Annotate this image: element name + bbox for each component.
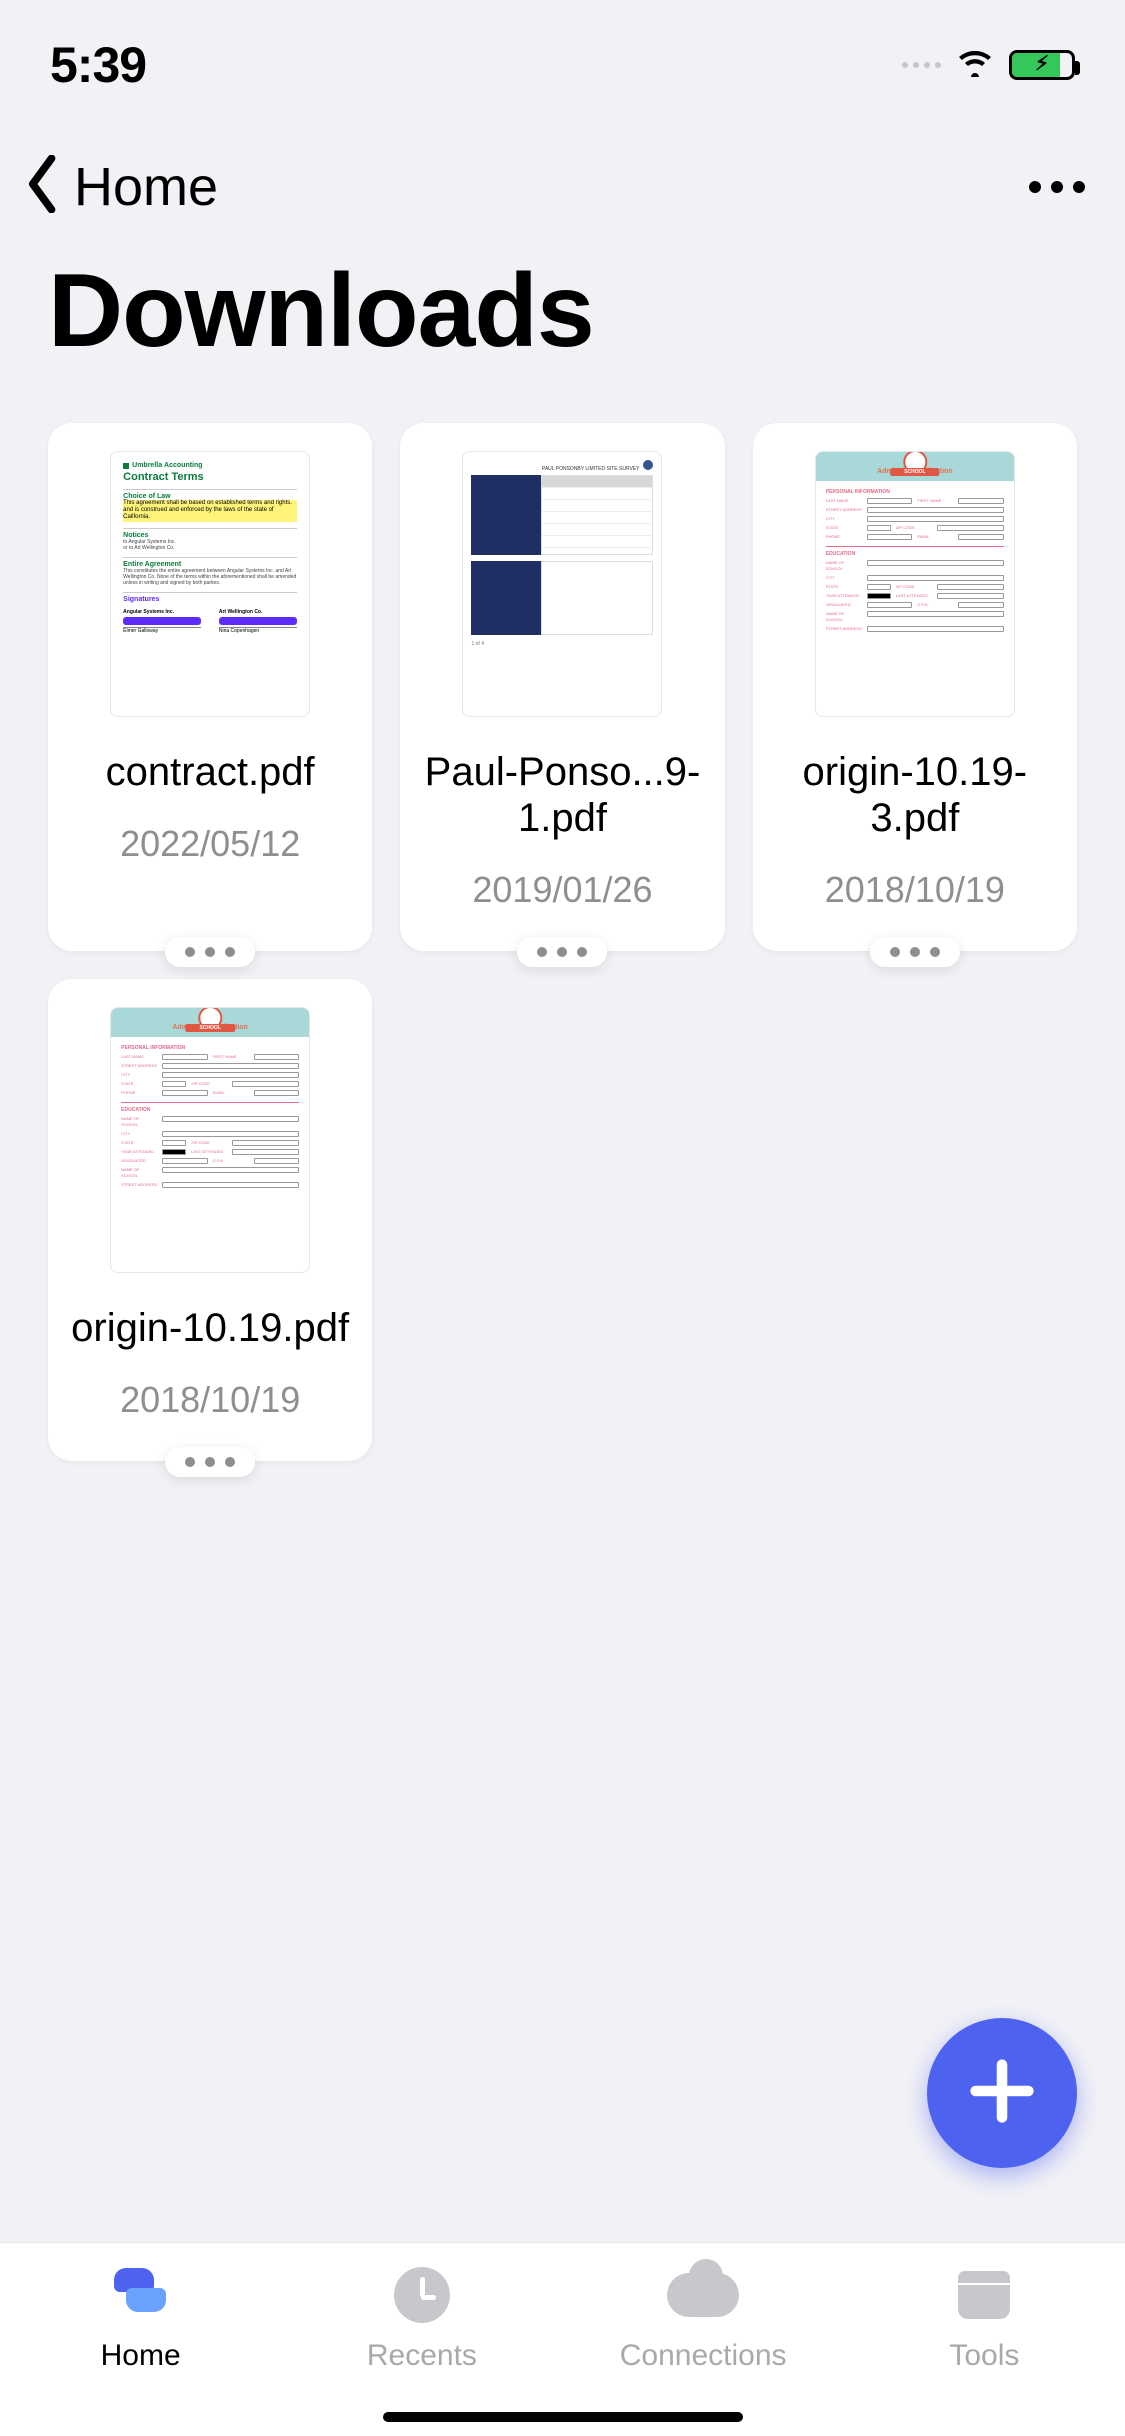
add-button[interactable]	[927, 2018, 1077, 2168]
tab-bar: Home Recents Connections Tools	[0, 2242, 1125, 2436]
back-button[interactable]: Home	[20, 155, 218, 218]
toolbox-icon	[958, 2267, 1010, 2323]
chevron-left-icon	[20, 155, 66, 218]
file-card[interactable]: SCHOOLAdmission Application PERSONAL INF…	[753, 423, 1077, 951]
file-actions-button[interactable]	[870, 937, 960, 967]
file-date: 2018/10/19	[120, 1379, 300, 1421]
tab-label: Home	[101, 2339, 181, 2373]
tab-label: Tools	[949, 2339, 1019, 2373]
file-card[interactable]: PAUL PONSONBY LIMITED SITE SURVEY 1 of 4…	[400, 423, 724, 951]
tab-tools[interactable]: Tools	[844, 2267, 1125, 2396]
file-actions-button[interactable]	[165, 937, 255, 967]
tab-recents[interactable]: Recents	[281, 2267, 562, 2396]
cellular-dots-icon	[902, 62, 941, 68]
plus-icon	[969, 2058, 1035, 2129]
file-name: origin-10.19.pdf	[65, 1305, 355, 1351]
status-right: ⚡︎	[902, 47, 1075, 83]
wifi-icon	[955, 47, 995, 83]
status-bar: 5:39 ⚡︎	[0, 0, 1125, 100]
file-actions-button[interactable]	[165, 1447, 255, 1477]
file-thumbnail: SCHOOLAdmission Application PERSONAL INF…	[110, 1007, 310, 1273]
file-name: contract.pdf	[100, 749, 321, 795]
tab-connections[interactable]: Connections	[563, 2267, 844, 2396]
file-name: Paul-Ponso...9-1.pdf	[414, 749, 710, 841]
file-thumbnail: PAUL PONSONBY LIMITED SITE SURVEY 1 of 4	[462, 451, 662, 717]
cloud-icon	[667, 2267, 739, 2323]
file-card[interactable]: Umbrella Accounting Contract Terms Choic…	[48, 423, 372, 951]
file-card[interactable]: SCHOOLAdmission Application PERSONAL INF…	[48, 979, 372, 1461]
more-button[interactable]	[1029, 181, 1085, 193]
tab-home[interactable]: Home	[0, 2267, 281, 2396]
status-time: 5:39	[50, 36, 146, 94]
file-date: 2018/10/19	[825, 869, 1005, 911]
file-actions-button[interactable]	[517, 937, 607, 967]
home-icon	[114, 2267, 168, 2323]
battery-icon: ⚡︎	[1009, 50, 1075, 80]
file-thumbnail: SCHOOLAdmission Application PERSONAL INF…	[815, 451, 1015, 717]
page-title: Downloads	[0, 238, 1125, 411]
tab-label: Recents	[367, 2339, 477, 2373]
file-date: 2022/05/12	[120, 823, 300, 865]
clock-icon	[394, 2267, 450, 2323]
back-label: Home	[74, 156, 218, 218]
file-name: origin-10.19-3.pdf	[767, 749, 1063, 841]
file-date: 2019/01/26	[472, 869, 652, 911]
home-indicator	[383, 2412, 743, 2422]
file-thumbnail: Umbrella Accounting Contract Terms Choic…	[110, 451, 310, 717]
nav-bar: Home	[0, 100, 1125, 238]
files-grid: Umbrella Accounting Contract Terms Choic…	[0, 411, 1125, 1473]
tab-label: Connections	[620, 2339, 787, 2373]
